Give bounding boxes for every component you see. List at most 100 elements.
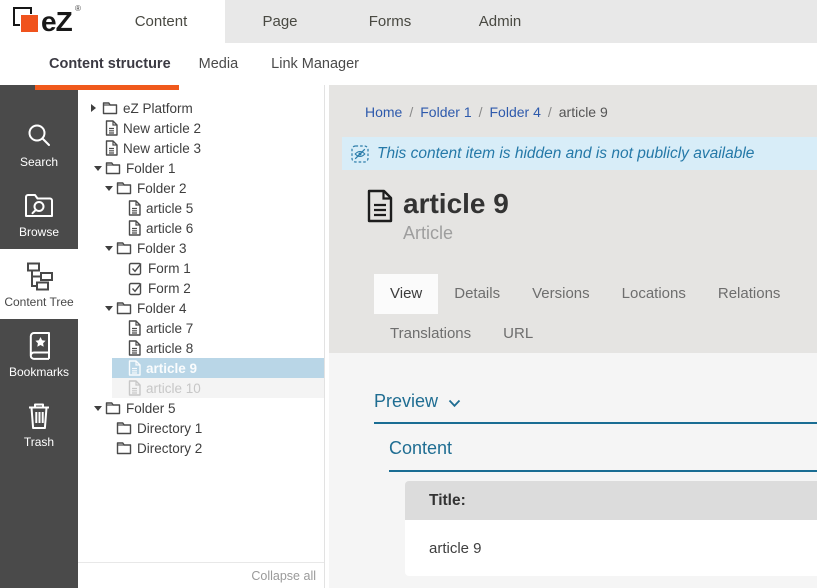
expand-arrow-icon[interactable] [105, 306, 116, 311]
search-icon [25, 120, 53, 152]
collapse-arrow-icon[interactable] [91, 104, 102, 112]
breadcrumb-separator: / [541, 104, 559, 120]
notice-text: This content item is hidden and is not p… [377, 145, 754, 163]
content-section-title: Content [389, 438, 817, 459]
field-table: Title:article 9 [405, 481, 817, 576]
tree-folder-icon [116, 421, 132, 435]
hidden-content-notice: This content item is hidden and is not p… [342, 137, 817, 170]
tree-node-label: article 6 [146, 221, 193, 236]
tree-node[interactable]: Form 1 [78, 258, 324, 278]
tree-node-label: Form 1 [148, 261, 191, 276]
tree-node-label: Folder 1 [126, 161, 176, 176]
tree-article-icon [128, 320, 141, 336]
field-name: Title: [405, 481, 817, 520]
tree-node[interactable]: article 8 [78, 338, 324, 358]
bookmarks-icon [26, 330, 53, 362]
tree-node[interactable]: New article 3 [78, 138, 324, 158]
breadcrumb-separator: / [472, 104, 490, 120]
tree-node[interactable]: eZ Platform [78, 98, 324, 118]
tab-url[interactable]: URL [487, 314, 549, 354]
tree-node[interactable]: Folder 4 [78, 298, 324, 318]
tree-node[interactable]: Form 2 [78, 278, 324, 298]
sub-tab-link-manager[interactable]: Link Manager [271, 56, 359, 72]
tree-node[interactable]: Folder 1 [78, 158, 324, 178]
preview-label: Preview [374, 391, 438, 412]
breadcrumb-item[interactable]: Folder 1 [420, 104, 471, 120]
tree-node[interactable]: Folder 5 [78, 398, 324, 418]
top-bar: eZ ® ContentPageFormsAdmin [0, 0, 817, 43]
tree-article-icon [128, 380, 141, 396]
top-tab-content[interactable]: Content [97, 0, 225, 43]
tree-node-label: eZ Platform [123, 101, 193, 116]
expand-arrow-icon[interactable] [105, 246, 116, 251]
tree-folder-icon [105, 161, 121, 175]
sidebar-item-label: Trash [24, 435, 54, 449]
main-body: Preview Content Title:article 9 [329, 353, 817, 576]
tree-folder-icon [105, 401, 121, 415]
breadcrumb-item: article 9 [559, 104, 608, 120]
tree-node[interactable]: Folder 3 [78, 238, 324, 258]
tree-node[interactable]: New article 2 [78, 118, 324, 138]
tree-node[interactable]: Folder 2 [78, 178, 324, 198]
tree-node-label: Directory 2 [137, 441, 202, 456]
tree-folder-icon [102, 101, 118, 115]
tree-node-label: New article 2 [123, 121, 201, 136]
tab-locations[interactable]: Locations [606, 274, 702, 314]
tree-article-icon [128, 340, 141, 356]
tree-node-label: Directory 1 [137, 421, 202, 436]
tree-article-icon [128, 200, 141, 216]
page-title: article 9 [403, 187, 509, 220]
content-tree: eZ Platform New article 2 New article 3 Fol… [78, 98, 324, 458]
main-header: Home/Folder 1/Folder 4/article 9 This co… [329, 85, 817, 353]
tree-node[interactable]: Directory 2 [78, 438, 324, 458]
top-tab-forms[interactable]: Forms [335, 0, 445, 43]
content-type-label: Article [403, 223, 509, 244]
tab-view[interactable]: View [374, 274, 438, 314]
tree-node[interactable]: article 7 [78, 318, 324, 338]
expand-arrow-icon[interactable] [94, 406, 105, 411]
content-tabs: ViewDetailsVersionsLocationsRelations Tra… [374, 274, 817, 354]
sidebar-item-label: Search [20, 155, 58, 169]
top-nav: ContentPageFormsAdmin [97, 0, 817, 43]
sidebar-item-content-tree[interactable]: Content Tree [0, 249, 78, 319]
collapse-all-button[interactable]: Collapse all [78, 562, 324, 588]
tree-form-icon [128, 261, 143, 276]
sub-nav: Content structure Media Link Manager [0, 43, 817, 85]
tree-node[interactable]: Directory 1 [78, 418, 324, 438]
preview-header[interactable]: Preview [374, 391, 817, 412]
sub-tab-content-structure[interactable]: Content structure [49, 56, 171, 72]
sidebar-item-label: Bookmarks [9, 365, 69, 379]
top-tab-page[interactable]: Page [225, 0, 335, 43]
ez-logo[interactable]: eZ ® [0, 0, 97, 48]
tree-node[interactable]: article 6 [78, 218, 324, 238]
tree-node[interactable]: article 10 [78, 378, 324, 398]
sidebar-item-browse[interactable]: Browse [0, 179, 78, 249]
sidebar-item-bookmarks[interactable]: Bookmarks [0, 319, 78, 389]
sidebar-item-trash[interactable]: Trash [0, 389, 78, 459]
breadcrumb-item[interactable]: Folder 4 [490, 104, 541, 120]
expand-arrow-icon[interactable] [94, 166, 105, 171]
tree-node[interactable]: article 9 [78, 358, 324, 378]
tree-node-label: article 5 [146, 201, 193, 216]
sub-tab-media[interactable]: Media [199, 56, 239, 72]
tree-node-label: Folder 4 [137, 301, 187, 316]
tab-details[interactable]: Details [438, 274, 516, 314]
tab-translations[interactable]: Translations [374, 314, 487, 354]
tab-versions[interactable]: Versions [516, 274, 606, 314]
tree-node[interactable]: article 5 [78, 198, 324, 218]
top-tab-admin[interactable]: Admin [445, 0, 555, 43]
content-tree-icon [24, 260, 54, 292]
tree-folder-icon [116, 181, 132, 195]
tab-relations[interactable]: Relations [702, 274, 797, 314]
tree-node-label: New article 3 [123, 141, 201, 156]
breadcrumb-separator: / [402, 104, 420, 120]
tree-folder-icon [116, 301, 132, 315]
tree-article-icon [128, 360, 141, 376]
expand-arrow-icon[interactable] [105, 186, 116, 191]
tree-node-label: article 9 [146, 361, 197, 376]
app-body: Search BrowseContent Tree Bookmarks Trash e… [0, 85, 817, 588]
tree-node-label: article 10 [146, 381, 201, 396]
sidebar-item-search[interactable]: Search [0, 109, 78, 179]
main-area: Home/Folder 1/Folder 4/article 9 This co… [329, 85, 817, 588]
breadcrumb-item[interactable]: Home [365, 104, 402, 120]
